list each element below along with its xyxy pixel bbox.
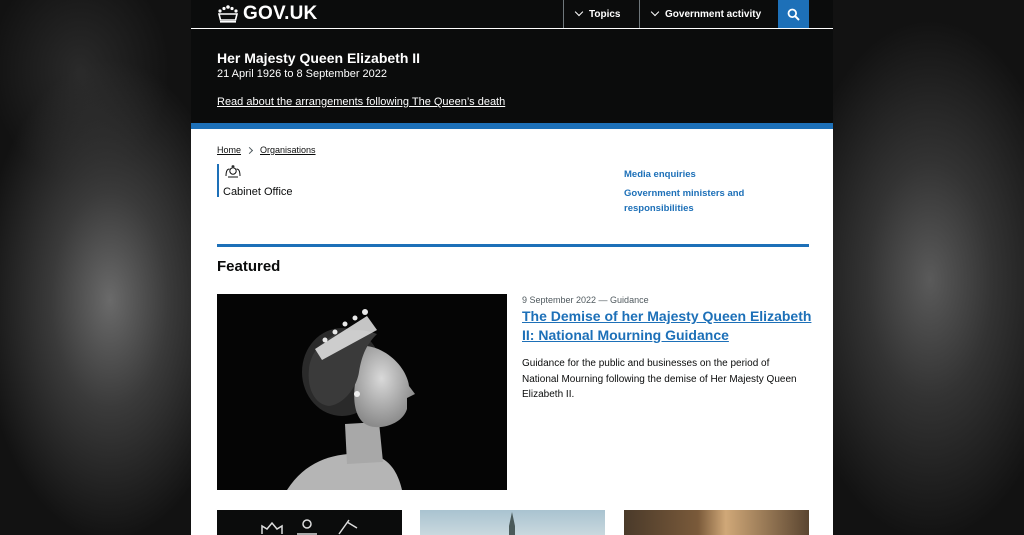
govuk-logo[interactable]: GOV.UK [217,3,317,25]
royal-crest-icon [225,165,241,178]
breadcrumb-home[interactable]: Home [217,145,241,155]
spire-image [509,512,515,535]
chevron-right-icon [245,146,254,154]
banner-dates: 21 April 1926 to 8 September 2022 [217,68,388,80]
portrait-image [217,294,507,490]
chevron-down-icon [574,7,584,17]
breadcrumb-organisations[interactable]: Organisations [260,145,316,155]
section-divider [217,244,809,247]
logo-text: GOV.UK [243,3,318,24]
featured-portrait-image[interactable] [217,294,507,490]
site-header: GOV.UK Topics Government activity [191,0,833,29]
arrangements-link[interactable]: Read about the arrangements following Th… [217,96,505,108]
search-button[interactable] [778,0,809,28]
media-enquiries-link[interactable]: Media enquiries [624,167,774,183]
featured-thumbnail[interactable] [624,510,809,535]
featured-thumbnail[interactable] [217,510,402,535]
featured-meta: 9 September 2022 — Guidance [522,295,649,305]
organisation-links: Media enquiries Government ministers and… [624,167,774,220]
chevron-down-icon [650,7,660,17]
ministers-link[interactable]: Government ministers and responsibilitie… [624,186,774,217]
nav-government-activity[interactable]: Government activity [639,0,778,28]
nav-government-activity-label: Government activity [665,8,762,20]
featured-title-link[interactable]: The Demise of her Majesty Queen Elizabet… [522,307,812,345]
nav-topics[interactable]: Topics [563,0,639,28]
crown-icon [217,5,239,23]
organisation-name: Cabinet Office [223,186,293,198]
featured-heading: Featured [217,258,281,275]
nav-topics-label: Topics [589,8,621,20]
featured-thumbnail[interactable] [420,510,605,535]
banner-title: Her Majesty Queen Elizabeth II [217,50,421,66]
govuk-page: GOV.UK Topics Government activity Her Ma… [191,0,833,535]
breadcrumb: Home Organisations [217,145,316,155]
search-icon [787,8,800,21]
organisation-logo[interactable]: Cabinet Office [217,164,293,198]
memorial-banner: Her Majesty Queen Elizabeth II 21 April … [191,29,833,129]
crown-jewels-image [261,519,358,535]
featured-description: Guidance for the public and businesses o… [522,358,797,400]
